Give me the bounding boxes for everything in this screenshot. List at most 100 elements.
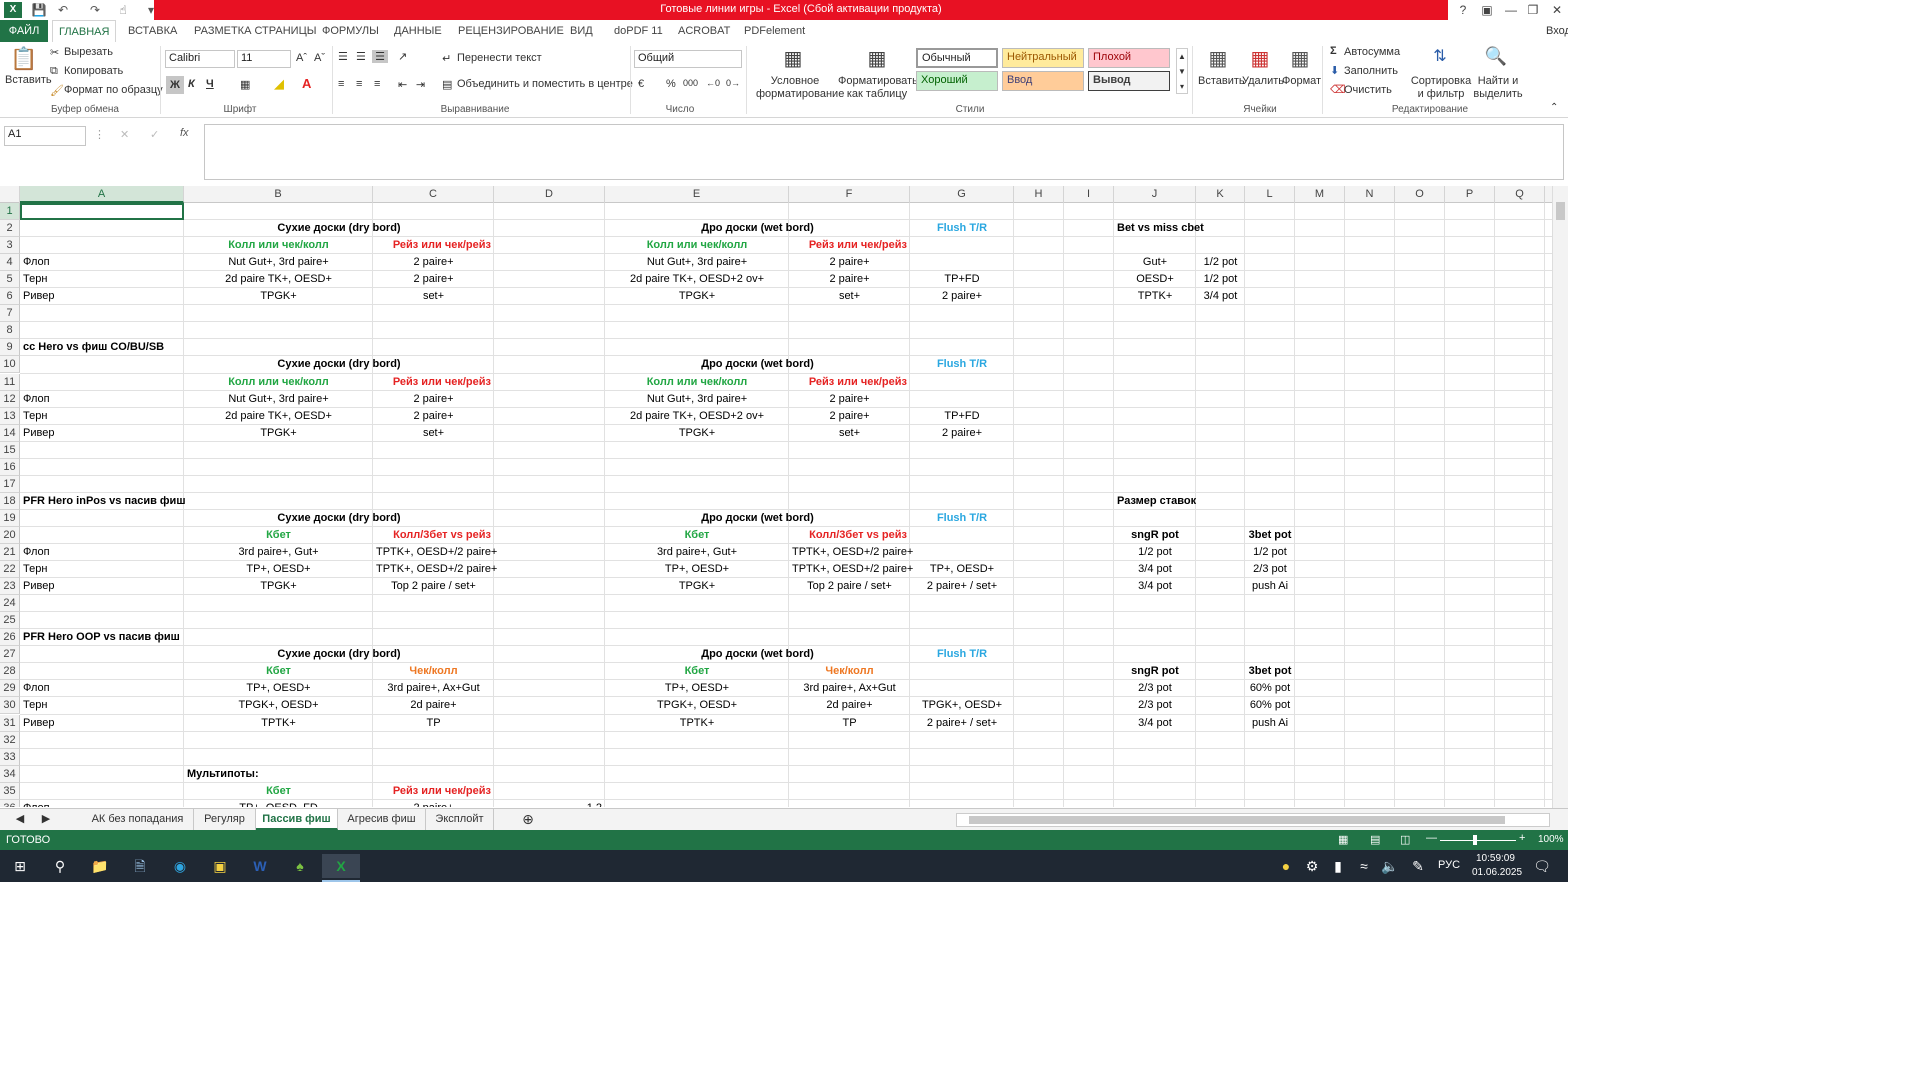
row-header[interactable]: 22 [0,561,20,579]
close-icon[interactable]: ✕ [1546,2,1568,18]
sheet-tab-ak[interactable]: АК без попадания [82,809,194,830]
cell-C36[interactable]: 2 paire+ [373,800,494,807]
column-header[interactable]: B [184,186,373,203]
cell-F22[interactable]: TPTK+, OESD+/2 paire+ [789,561,913,578]
cell-B34[interactable]: Мультипоты: [184,766,373,783]
cell-F5[interactable]: 2 paire+ [789,271,910,288]
increase-indent-icon[interactable]: ⇥ [416,78,425,91]
sheet-tab-passive-fish[interactable]: Пассив фиш [256,809,338,830]
cell-C21[interactable]: TPTK+, OESD+/2 paire+ [373,544,497,561]
tab-formulas[interactable]: ФОРМУЛЫ [316,20,385,42]
cell-F12[interactable]: 2 paire+ [789,391,910,408]
cell-E3[interactable]: Колл или чек/колл [605,237,789,254]
cell-B21[interactable]: 3rd paire+, Gut+ [184,544,373,561]
cell-B4[interactable]: Nut Gut+, 3rd paire+ [184,254,373,271]
row-header[interactable]: 17 [0,475,20,493]
cell-L23[interactable]: push Ai [1245,578,1295,595]
row-header[interactable]: 36 [0,799,20,807]
cell-C5[interactable]: 2 paire+ [373,271,494,288]
decrease-decimal-icon[interactable]: 0→ [726,78,740,88]
sort-filter-icon[interactable]: ⇅ [1426,46,1454,66]
new-sheet-icon[interactable]: ⊕ [516,809,540,830]
collapse-ribbon-icon[interactable]: ⌃ [1550,102,1558,113]
cell-F29[interactable]: 3rd paire+, Ax+Gut [789,680,910,697]
row-header[interactable]: 32 [0,731,20,749]
cell-G19[interactable]: Flush T/R [910,510,1014,527]
cell-E29[interactable]: TP+, OESD+ [605,680,789,697]
cell-B30[interactable]: TPGK+, OESD+ [184,697,373,714]
insert-cells-button[interactable]: Вставить [1198,75,1245,87]
cell-G2[interactable]: Flush T/R [910,220,1014,237]
cell-L30[interactable]: 60% pot [1245,697,1295,714]
tab-page-layout[interactable]: РАЗМЕТКА СТРАНИЦЫ [188,20,322,42]
row-header[interactable]: 24 [0,595,20,613]
cell-L20[interactable]: 3bet pot [1245,527,1295,544]
cell-J18[interactable]: Размер ставок [1114,493,1196,510]
paste-button[interactable]: Вставить [5,74,52,86]
column-header[interactable]: O [1395,186,1445,203]
sheet-tab-regular[interactable]: Регуляр [194,809,256,830]
cell-C23[interactable]: Top 2 paire / set+ [373,578,494,595]
cell-B19[interactable]: Сухие доски (dry bord) [184,510,494,527]
maximize-icon[interactable]: ❐ [1522,2,1544,18]
cell-E21[interactable]: 3rd paire+, Gut+ [605,544,789,561]
thousands-button[interactable]: 000 [683,78,698,88]
volume-icon[interactable]: 🔈 [1376,854,1404,878]
cell-A9[interactable]: cc Hero vs фиш CO/BU/SB [20,339,184,356]
poker-app-icon[interactable]: ♠ [286,854,314,878]
cell-G31[interactable]: 2 paire+ / set+ [910,715,1014,732]
clock-date[interactable]: 01.06.2025 [1472,867,1522,878]
fill-color-icon[interactable]: ◢ [274,76,284,92]
column-header[interactable]: G [910,186,1014,203]
start-icon[interactable]: ⊞ [6,854,34,878]
cell-A31[interactable]: Ривер [20,715,184,732]
tab-home[interactable]: ГЛАВНАЯ [52,20,117,42]
cell-E2[interactable]: Дро доски (wet bord) [605,220,910,237]
cell-C4[interactable]: 2 paire+ [373,254,494,271]
cell-J22[interactable]: 3/4 pot [1114,561,1196,578]
decrease-font-icon[interactable]: Aˇ [314,52,325,64]
cell-J30[interactable]: 2/3 pot [1114,697,1196,714]
style-output[interactable]: Вывод [1088,71,1170,91]
excel-taskbar-icon[interactable]: X [322,854,360,878]
format-as-table-icon[interactable]: ▦ [862,46,892,71]
selected-cell[interactable] [20,203,184,221]
cell-L31[interactable]: push Ai [1245,715,1295,732]
cell-C6[interactable]: set+ [373,288,494,305]
pen-icon[interactable]: ✎ [1404,854,1432,878]
copy-icon[interactable]: ⧉ [50,65,58,78]
row-header[interactable]: 18 [0,492,20,510]
sheet-tab-aggressive-fish[interactable]: Агресив фиш [338,809,426,830]
tab-review[interactable]: РЕЦЕНЗИРОВАНИЕ [452,20,570,42]
align-bottom-icon[interactable]: ☰ [372,50,388,63]
cell-E30[interactable]: TPGK+, OESD+ [605,697,789,714]
cell-E23[interactable]: TPGK+ [605,578,789,595]
cell-J31[interactable]: 3/4 pot [1114,715,1196,732]
cell-J20[interactable]: sngR pot [1114,527,1196,544]
font-size-select[interactable]: 11 [237,50,291,68]
row-header[interactable]: 19 [0,509,20,527]
cell-J4[interactable]: Gut+ [1114,254,1196,271]
row-header[interactable]: 6 [0,288,20,306]
horizontal-scrollbar[interactable] [956,813,1550,827]
cell-F20[interactable]: Колл/3бет vs рейз [789,527,910,544]
tab-acrobat[interactable]: ACROBAT [672,20,736,42]
style-bad[interactable]: Плохой [1088,48,1170,68]
touch-mode-icon[interactable]: ☝ [114,2,132,18]
cell-C29[interactable]: 3rd paire+, Ax+Gut [373,680,494,697]
cell-F31[interactable]: TP [789,715,910,732]
increase-decimal-icon[interactable]: ←0 [706,78,720,88]
cell-F14[interactable]: set+ [789,425,910,442]
row-header[interactable]: 30 [0,697,20,715]
align-middle-icon[interactable]: ☰ [356,50,366,63]
cell-E20[interactable]: Кбет [605,527,789,544]
styles-scroll-icon[interactable]: ▲ ▼ ▾ [1176,48,1188,94]
column-header[interactable]: C [373,186,494,203]
redo-icon[interactable]: ↷ [86,2,104,18]
accounting-icon[interactable]: € [638,78,644,90]
cell-C11[interactable]: Рейз или чек/рейз [373,374,494,391]
underline-button[interactable]: Ч [206,78,214,90]
autosum-button[interactable]: Автосумма [1344,46,1400,58]
align-center-icon[interactable]: ≡ [356,78,362,90]
format-painter-icon[interactable]: 🖌 [50,84,64,97]
